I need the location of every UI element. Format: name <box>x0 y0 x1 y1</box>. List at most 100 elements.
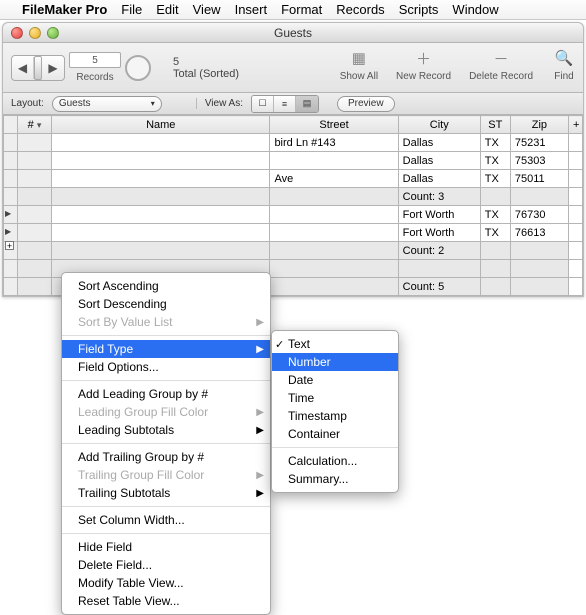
delete-record-icon: － <box>488 47 514 69</box>
pie-icon[interactable] <box>125 55 151 81</box>
minimize-icon[interactable] <box>29 27 41 39</box>
records-label: Records <box>76 72 113 83</box>
mi-type-date[interactable]: Date <box>272 371 398 389</box>
record-status: 5 Total (Sorted) <box>173 56 239 80</box>
show-all-label: Show All <box>340 71 378 82</box>
mi-hide-field[interactable]: Hide Field <box>62 538 270 556</box>
mi-trailing-subtotals[interactable]: Trailing Subtotals▶ <box>62 484 270 502</box>
row-marker-icon: ▶ <box>5 227 11 236</box>
record-nav[interactable]: ◀ ▶ <box>11 55 65 81</box>
mi-sort-valuelist[interactable]: Sort By Value List▶ <box>62 313 270 331</box>
chevron-right-icon: ▶ <box>256 407 264 418</box>
viewas-segment[interactable]: ☐ ≡ ▤ <box>251 95 319 113</box>
col-num[interactable]: # ▾ <box>18 116 52 134</box>
col-city[interactable]: City <box>398 116 480 134</box>
mi-type-time[interactable]: Time <box>272 389 398 407</box>
context-menu: Sort Ascending Sort Descending Sort By V… <box>61 272 271 615</box>
find-label: Find <box>554 71 573 82</box>
view-list-icon[interactable]: ≡ <box>274 96 296 112</box>
separator <box>62 443 270 444</box>
table-header-row: # ▾ Name Street City ST Zip + <box>4 116 583 134</box>
col-street[interactable]: Street <box>270 116 398 134</box>
gutter-header <box>4 116 18 134</box>
mi-field-type[interactable]: Field Type▶ <box>62 340 270 358</box>
separator <box>272 447 398 448</box>
close-icon[interactable] <box>11 27 23 39</box>
layout-select[interactable]: Guests ▾ <box>52 96 162 112</box>
viewas-label: View As: <box>196 98 243 109</box>
check-icon: ✓ <box>275 338 284 351</box>
col-add[interactable]: + <box>568 116 582 134</box>
mi-sort-asc[interactable]: Sort Ascending <box>62 277 270 295</box>
add-row-icon[interactable]: + <box>5 241 14 250</box>
new-record-icon: ＋ <box>411 47 437 69</box>
mi-type-timestamp[interactable]: Timestamp <box>272 407 398 425</box>
menu-view[interactable]: View <box>193 2 221 17</box>
show-all-icon: ▦ <box>346 47 372 69</box>
mi-type-calculation[interactable]: Calculation... <box>272 452 398 470</box>
mi-trailing-fill[interactable]: Trailing Group Fill Color▶ <box>62 466 270 484</box>
delete-record-button[interactable]: － Delete Record <box>469 47 533 82</box>
row-marker-icon: ▶ <box>5 209 11 218</box>
col-st[interactable]: ST <box>480 116 510 134</box>
view-table-icon[interactable]: ▤ <box>296 96 318 112</box>
mi-leading-subtotals[interactable]: Leading Subtotals▶ <box>62 421 270 439</box>
mi-add-trailing[interactable]: Add Trailing Group by # <box>62 448 270 466</box>
prev-record-icon[interactable]: ◀ <box>12 57 34 79</box>
window-title: Guests <box>274 26 312 40</box>
app-name[interactable]: FileMaker Pro <box>22 2 107 17</box>
mi-leading-fill[interactable]: Leading Group Fill Color▶ <box>62 403 270 421</box>
menu-insert[interactable]: Insert <box>235 2 268 17</box>
mi-type-summary[interactable]: Summary... <box>272 470 398 488</box>
mi-type-number[interactable]: Number <box>272 353 398 371</box>
menu-records[interactable]: Records <box>336 2 384 17</box>
table-row[interactable]: bird Ln #143DallasTX75231 <box>4 134 583 152</box>
menu-format[interactable]: Format <box>281 2 322 17</box>
mi-field-options[interactable]: Field Options... <box>62 358 270 376</box>
table-row[interactable]: Fort WorthTX76730 <box>4 206 583 224</box>
mi-delete-field[interactable]: Delete Field... <box>62 556 270 574</box>
mi-type-text[interactable]: ✓Text <box>272 335 398 353</box>
new-record-label: New Record <box>396 71 451 82</box>
chevron-down-icon: ▾ <box>151 99 155 108</box>
col-zip[interactable]: Zip <box>510 116 568 134</box>
mi-type-container[interactable]: Container <box>272 425 398 443</box>
delete-record-label: Delete Record <box>469 71 533 82</box>
record-count: 5 <box>173 56 239 68</box>
record-slider[interactable] <box>34 56 42 80</box>
menu-file[interactable]: File <box>121 2 142 17</box>
mac-menubar: FileMaker Pro File Edit View Insert Form… <box>0 0 586 20</box>
summary-row: Count: 2 <box>4 242 583 260</box>
mi-modify-table[interactable]: Modify Table View... <box>62 574 270 592</box>
separator <box>62 335 270 336</box>
record-number-field[interactable]: 5 <box>69 52 121 68</box>
layout-label: Layout: <box>11 98 44 109</box>
show-all-button[interactable]: ▦ Show All <box>340 47 378 82</box>
table-area: # ▾ Name Street City ST Zip + bird Ln #1… <box>3 115 583 296</box>
table-row[interactable]: Fort WorthTX76613 <box>4 224 583 242</box>
table-row[interactable]: DallasTX75303 <box>4 152 583 170</box>
summary-row: Count: 3 <box>4 188 583 206</box>
view-form-icon[interactable]: ☐ <box>252 96 274 112</box>
chevron-right-icon: ▶ <box>256 425 264 436</box>
mi-reset-table[interactable]: Reset Table View... <box>62 592 270 610</box>
next-record-icon[interactable]: ▶ <box>42 57 64 79</box>
menu-scripts[interactable]: Scripts <box>399 2 439 17</box>
mi-sort-desc[interactable]: Sort Descending <box>62 295 270 313</box>
mi-set-col-width[interactable]: Set Column Width... <box>62 511 270 529</box>
zoom-icon[interactable] <box>47 27 59 39</box>
new-record-button[interactable]: ＋ New Record <box>396 47 451 82</box>
separator <box>62 506 270 507</box>
mi-add-leading[interactable]: Add Leading Group by # <box>62 385 270 403</box>
field-type-submenu: ✓Text Number Date Time Timestamp Contain… <box>271 330 399 493</box>
chevron-right-icon: ▶ <box>256 317 264 328</box>
preview-button[interactable]: Preview <box>337 96 395 112</box>
layout-value: Guests <box>59 98 91 109</box>
menu-edit[interactable]: Edit <box>156 2 178 17</box>
table-row[interactable]: AveDallasTX75011 <box>4 170 583 188</box>
chevron-right-icon: ▶ <box>256 470 264 481</box>
col-name[interactable]: Name <box>52 116 270 134</box>
find-button[interactable]: 🔍 Find <box>551 47 577 82</box>
titlebar: Guests <box>3 23 583 43</box>
menu-window[interactable]: Window <box>452 2 498 17</box>
